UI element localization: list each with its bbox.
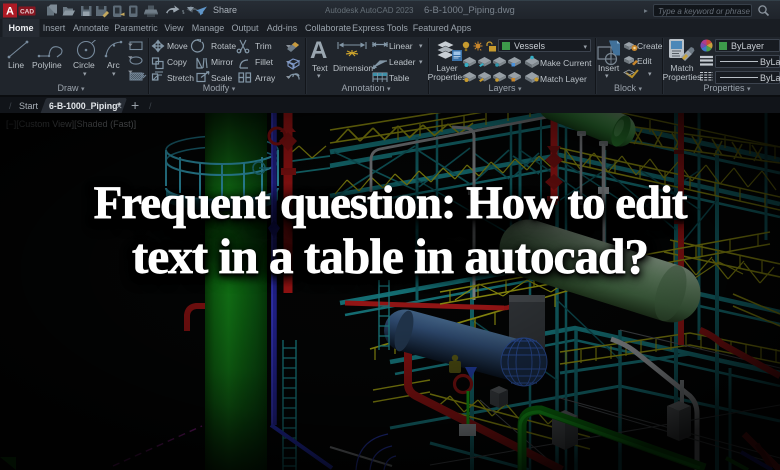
svg-text:CAD: CAD xyxy=(20,9,34,16)
svg-text:A: A xyxy=(6,6,14,18)
